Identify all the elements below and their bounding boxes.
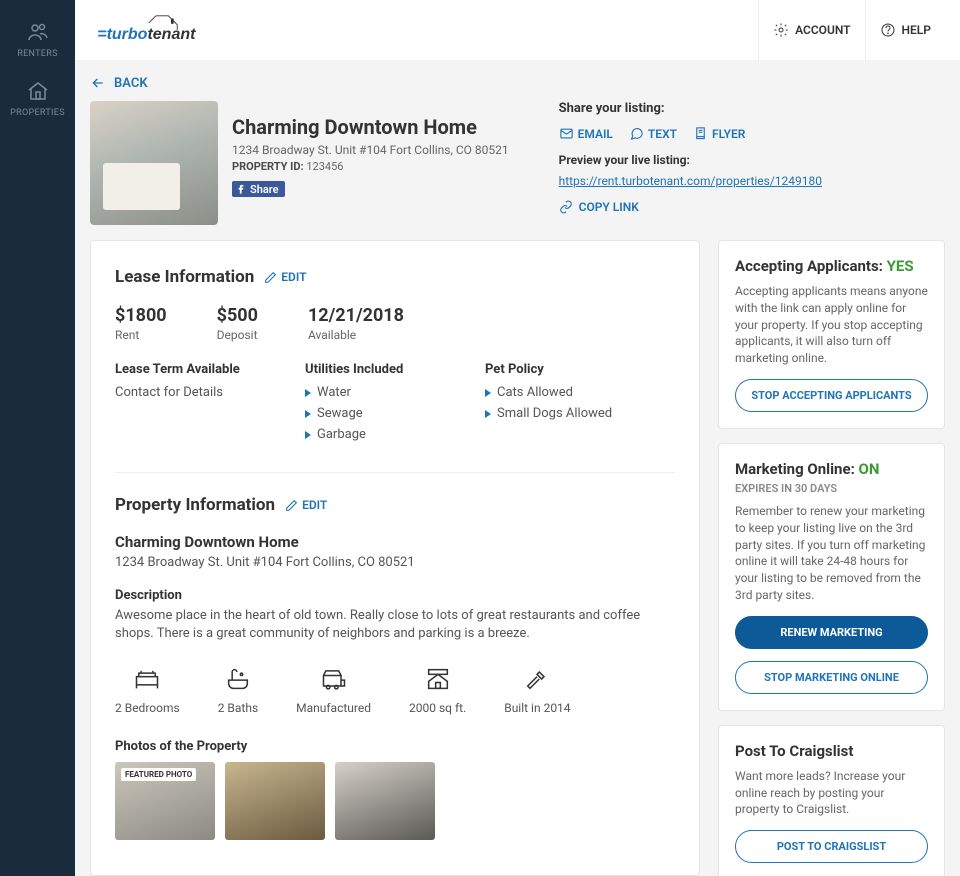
accepting-title: Accepting Applicants: YES [735, 257, 928, 275]
photo-thumb[interactable] [225, 762, 325, 840]
rent-label: Rent [115, 328, 167, 342]
utility-item: Garbage [305, 427, 445, 442]
available-label: Available [308, 328, 404, 342]
pet-heading: Pet Policy [485, 362, 612, 377]
logo: =turbotenant [90, 14, 220, 46]
gear-icon [773, 22, 789, 38]
lease-edit[interactable]: EDIT [264, 270, 306, 284]
lease-term-value: Contact for Details [115, 385, 265, 400]
link-icon [559, 200, 573, 214]
share-flyer[interactable]: FLYER [693, 126, 745, 141]
svg-text:=turbotenant: =turbotenant [97, 26, 196, 43]
desc-text: Awesome place in the heart of old town. … [115, 607, 675, 643]
pinfo-name: Charming Downtown Home [115, 533, 675, 551]
pet-item: Small Dogs Allowed [485, 406, 612, 421]
header: =turbotenant ACCOUNT HELP [75, 0, 960, 60]
feat-built: Built in 2014 [504, 665, 570, 715]
property-id: PROPERTY ID: 123456 [232, 160, 509, 173]
photo-thumb[interactable]: FEATURED PHOTO [115, 762, 215, 840]
hammer-icon [520, 665, 554, 693]
flyer-icon [693, 126, 708, 141]
sidebar-renters[interactable]: RENTERS [17, 20, 57, 59]
account-link[interactable]: ACCOUNT [758, 0, 864, 60]
copy-link[interactable]: COPY LINK [559, 200, 822, 214]
bath-icon [221, 665, 255, 693]
utility-item: Water [305, 385, 445, 400]
deposit-label: Deposit [217, 328, 258, 342]
photo-thumb[interactable] [335, 762, 435, 840]
account-label: ACCOUNT [795, 23, 850, 37]
sidebar-renters-label: RENTERS [17, 49, 57, 59]
sqft-icon [421, 665, 455, 693]
arrow-left-icon [90, 75, 106, 91]
back-label: BACK [114, 76, 148, 91]
pencil-icon [285, 499, 298, 512]
feat-sqft: 2000 sq ft. [409, 665, 466, 715]
sidebar: RENTERS PROPERTIES [0, 0, 75, 876]
accepting-text: Accepting applicants means anyone with t… [735, 283, 928, 367]
craigslist-title: Post To Craigslist [735, 742, 928, 760]
renew-marketing-button[interactable]: RENEW MARKETING [735, 616, 928, 649]
craigslist-text: Want more leads? Increase your online re… [735, 768, 928, 818]
stop-accepting-button[interactable]: STOP ACCEPTING APPLICANTS [735, 379, 928, 412]
email-icon [559, 126, 574, 141]
renters-icon [26, 20, 50, 44]
help-icon [880, 22, 896, 38]
text-icon [629, 126, 644, 141]
feat-baths: 2 Baths [218, 665, 258, 715]
craigslist-card: Post To Craigslist Want more leads? Incr… [718, 725, 945, 876]
lease-info-title: Lease Information [115, 267, 254, 287]
lease-term-heading: Lease Term Available [115, 362, 265, 377]
available-value: 12/21/2018 [308, 305, 404, 326]
share-panel: Share your listing: EMAIL TEXT FLYER [559, 101, 822, 225]
marketing-expires: EXPIRES IN 30 DAYS [735, 482, 928, 495]
back-button[interactable]: BACK [90, 75, 945, 91]
feat-type: Manufactured [296, 665, 371, 715]
help-link[interactable]: HELP [865, 0, 945, 60]
properties-icon [26, 79, 50, 103]
share-email[interactable]: EMAIL [559, 126, 613, 141]
property-info-title: Property Information [115, 495, 275, 515]
property-thumbnail [90, 101, 218, 225]
pet-item: Cats Allowed [485, 385, 612, 400]
facebook-share-button[interactable]: Share [232, 181, 285, 197]
rent-value: $1800 [115, 305, 167, 326]
property-address: 1234 Broadway St. Unit #104 Fort Collins… [232, 143, 509, 157]
utilities-heading: Utilities Included [305, 362, 445, 377]
marketing-text: Remember to renew your marketing to keep… [735, 503, 928, 604]
deposit-value: $500 [217, 305, 258, 326]
facebook-icon [234, 182, 248, 196]
property-edit[interactable]: EDIT [285, 498, 327, 512]
pinfo-addr: 1234 Broadway St. Unit #104 Fort Collins… [115, 555, 675, 570]
bed-icon [130, 665, 164, 693]
feat-beds: 2 Bedrooms [115, 665, 180, 715]
sidebar-properties-label: PROPERTIES [10, 108, 65, 118]
share-text[interactable]: TEXT [629, 126, 677, 141]
help-label: HELP [902, 23, 931, 37]
manufactured-icon [317, 665, 351, 693]
share-heading: Share your listing: [559, 101, 822, 116]
featured-tag: FEATURED PHOTO [121, 768, 196, 781]
accepting-card: Accepting Applicants: YES Accepting appl… [718, 240, 945, 429]
property-header: Charming Downtown Home 1234 Broadway St.… [90, 101, 509, 225]
preview-label: Preview your live listing: [559, 153, 822, 167]
utility-item: Sewage [305, 406, 445, 421]
marketing-card: Marketing Online: ON EXPIRES IN 30 DAYS … [718, 443, 945, 711]
sidebar-properties[interactable]: PROPERTIES [10, 79, 65, 118]
post-craigslist-button[interactable]: POST TO CRAIGSLIST [735, 830, 928, 863]
pencil-icon [264, 271, 277, 284]
preview-url[interactable]: https://rent.turbotenant.com/properties/… [559, 173, 822, 190]
marketing-title: Marketing Online: ON [735, 460, 928, 478]
details-panel: Lease Information EDIT $1800 Rent $500 Dep… [90, 240, 700, 876]
property-title: Charming Downtown Home [232, 115, 509, 139]
photos-heading: Photos of the Property [115, 739, 675, 754]
desc-heading: Description [115, 588, 675, 603]
stop-marketing-button[interactable]: STOP MARKETING ONLINE [735, 661, 928, 694]
